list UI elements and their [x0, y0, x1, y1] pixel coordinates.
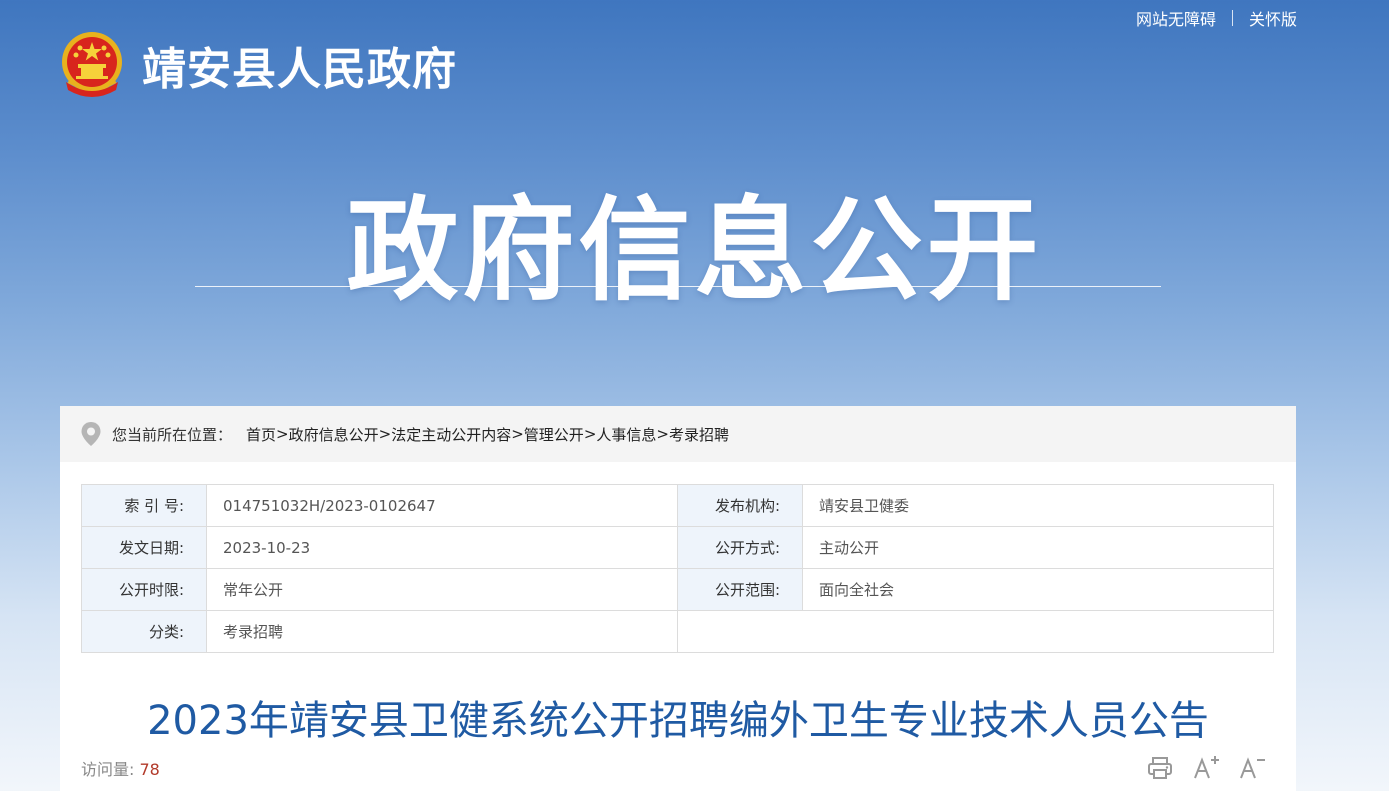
time-limit-label: 公开时限: — [81, 568, 207, 611]
top-links: 网站无障碍 关怀版 — [1136, 6, 1297, 30]
location-pin-icon — [81, 422, 101, 446]
time-limit-value: 常年公开 — [206, 568, 678, 611]
disclosure-mode-value: 主动公开 — [802, 526, 1274, 569]
breadcrumb-statutory[interactable]: 法定主动公开内容 — [391, 424, 511, 445]
breadcrumb-gov-info[interactable]: 政府信息公开 — [289, 424, 379, 445]
breadcrumb-personnel[interactable]: 人事信息 — [596, 424, 656, 445]
publisher-label: 发布机构: — [677, 484, 803, 527]
font-increase-icon[interactable] — [1192, 754, 1220, 782]
article-title: 2023年靖安县卫健系统公开招聘编外卫生专业技术人员公告 — [147, 698, 1209, 744]
breadcrumb-separator: > — [583, 425, 597, 443]
meta-table: 索 引 号: 014751032H/2023-0102647 发布机构: 靖安县… — [81, 484, 1274, 653]
font-decrease-icon[interactable] — [1238, 754, 1266, 782]
table-row: 发文日期: 2023-10-23 公开方式: 主动公开 — [81, 526, 1274, 569]
breadcrumb-separator: > — [276, 425, 289, 443]
index-no-value: 014751032H/2023-0102647 — [206, 484, 678, 527]
views-number: 78 — [139, 760, 160, 779]
scope-value: 面向全社会 — [802, 568, 1274, 611]
site-logo[interactable]: 靖安县人民政府 — [58, 30, 457, 100]
views-label: 访问量: — [81, 760, 135, 779]
accessibility-link[interactable]: 网站无障碍 — [1136, 6, 1216, 30]
site-name: 靖安县人民政府 — [142, 44, 457, 95]
breadcrumb-home[interactable]: 首页 — [246, 424, 276, 445]
elder-mode-link[interactable]: 关怀版 — [1249, 6, 1297, 30]
table-row: 索 引 号: 014751032H/2023-0102647 发布机构: 靖安县… — [81, 484, 1274, 527]
table-row: 分类: 考录招聘 — [81, 610, 1274, 653]
article-tools — [1146, 754, 1266, 782]
breadcrumb-lead: 您当前所在位置： — [112, 425, 233, 444]
banner-title: 政府信息公开 — [346, 186, 1043, 316]
banner-divider — [195, 286, 1161, 287]
breadcrumb: 您当前所在位置： 首页 > 政府信息公开 > 法定主动公开内容 > 管理公开 >… — [60, 406, 1296, 462]
breadcrumb-management[interactable]: 管理公开 — [524, 424, 584, 445]
date-label: 发文日期: — [81, 526, 207, 569]
publisher-value: 靖安县卫健委 — [802, 484, 1274, 527]
index-no-label: 索 引 号: — [81, 484, 207, 527]
print-icon[interactable] — [1146, 754, 1174, 782]
view-count: 访问量: 78 — [81, 756, 160, 780]
breadcrumb-recruitment[interactable]: 考录招聘 — [669, 424, 729, 445]
divider — [1231, 10, 1233, 26]
date-value: 2023-10-23 — [206, 526, 678, 569]
disclosure-mode-label: 公开方式: — [677, 526, 803, 569]
content-panel: 您当前所在位置： 首页 > 政府信息公开 > 法定主动公开内容 > 管理公开 >… — [60, 406, 1296, 791]
national-emblem-icon — [62, 32, 122, 97]
breadcrumb-separator: > — [511, 425, 524, 443]
breadcrumb-separator: > — [378, 425, 392, 443]
category-value: 考录招聘 — [206, 610, 678, 653]
category-label: 分类: — [81, 610, 207, 653]
empty-cell — [677, 610, 1274, 653]
scope-label: 公开范围: — [677, 568, 803, 611]
breadcrumb-separator: > — [656, 425, 669, 443]
table-row: 公开时限: 常年公开 公开范围: 面向全社会 — [81, 568, 1274, 611]
